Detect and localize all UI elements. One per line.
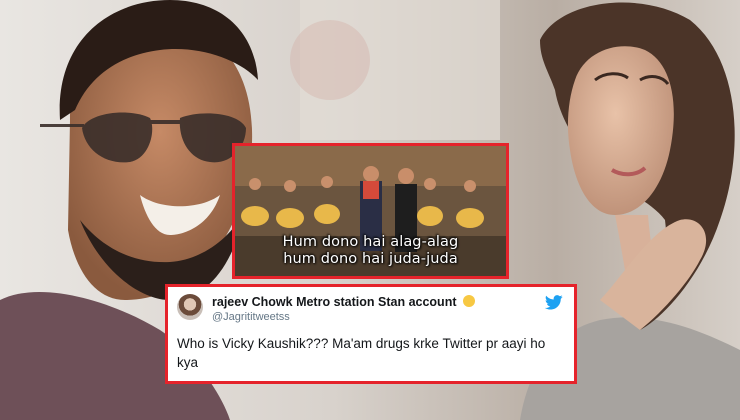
twitter-bird-icon[interactable] — [545, 295, 563, 310]
tweet-author-name[interactable]: rajeev Chowk Metro station Stan account — [212, 295, 475, 309]
tweet-text: Who is Vicky Kaushik??? Ma'am drugs krke… — [177, 336, 546, 370]
tweet-author-handle[interactable]: @Jagrititweetss — [212, 311, 290, 323]
tweet-card: rajeev Chowk Metro station Stan account … — [165, 284, 577, 384]
meme-caption-line-1: Hum dono hai alag-alag — [282, 234, 459, 250]
avatar[interactable] — [177, 294, 203, 320]
meme-caption-line-2: hum dono hai juda-juda — [283, 251, 458, 267]
tweet-author-name-text: rajeev Chowk Metro station Stan account — [212, 295, 457, 309]
meme-image: Hum dono hai alag-alag hum dono hai juda… — [232, 143, 509, 279]
relieved-face-icon — [462, 295, 475, 307]
